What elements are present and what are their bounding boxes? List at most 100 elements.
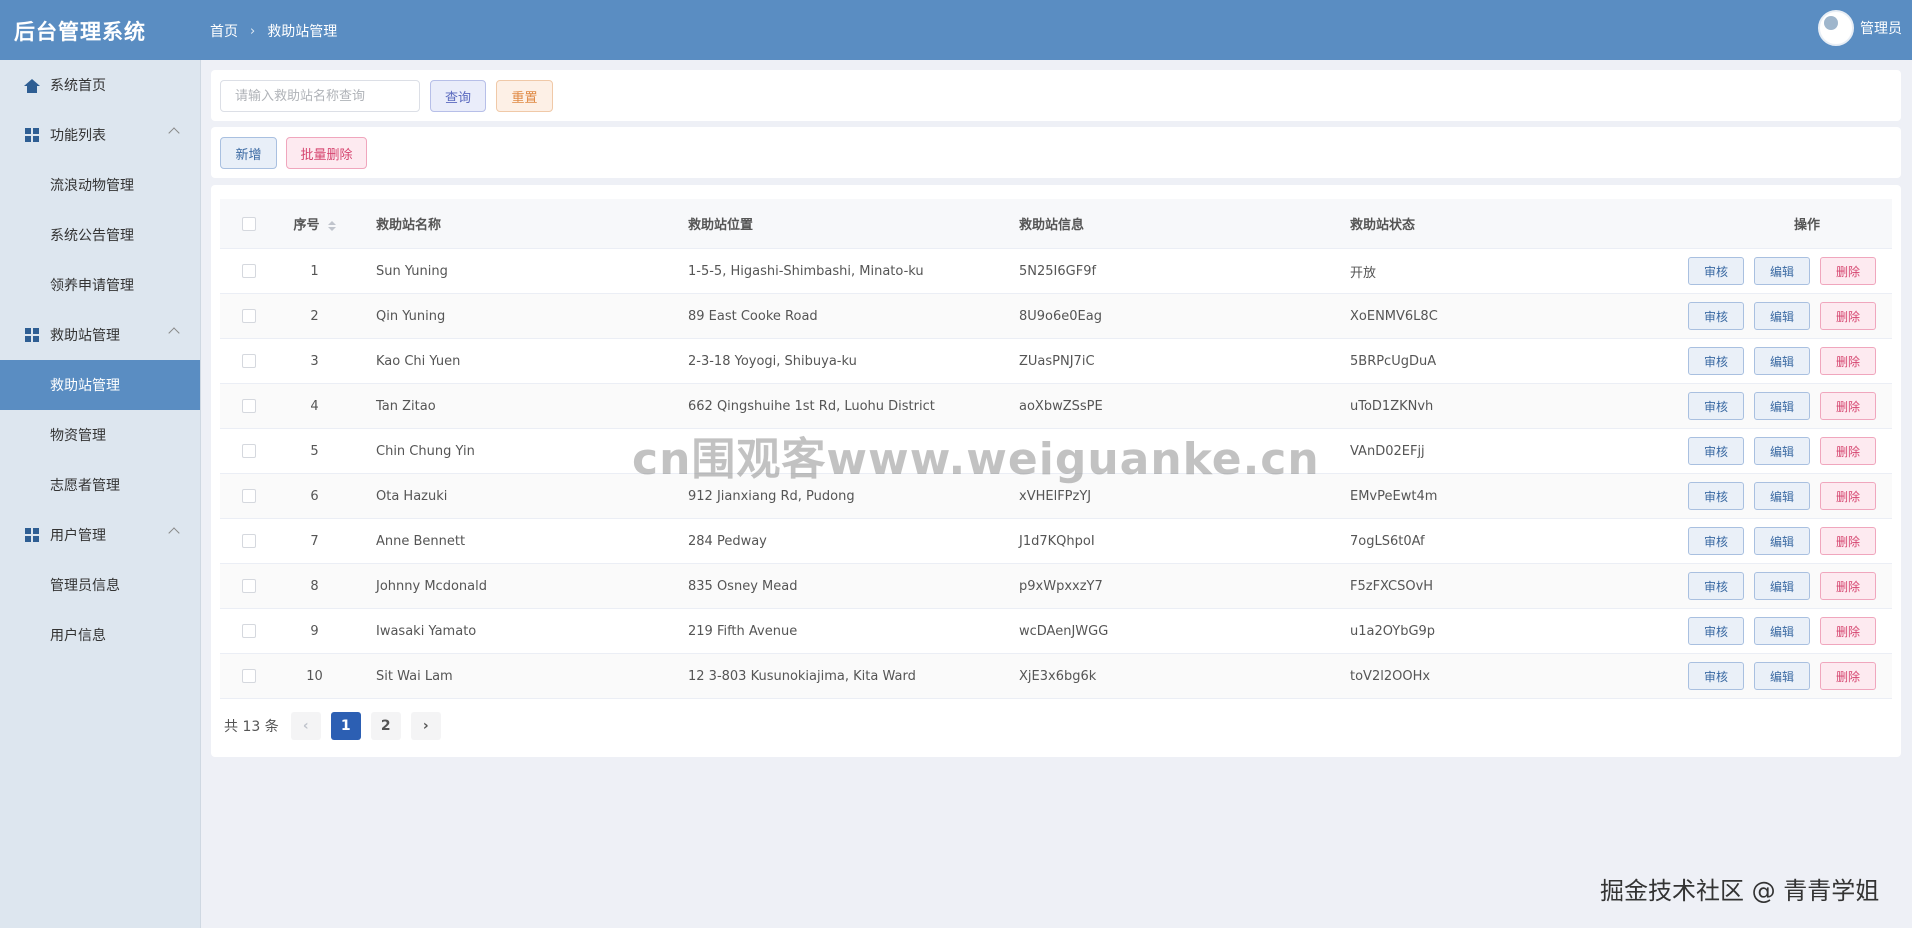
column-header-location: 救助站位置 [688,218,754,233]
reset-button[interactable]: 重置 [496,80,553,112]
row-checkbox[interactable] [241,624,256,638]
search-input[interactable] [220,80,420,112]
cell-name: Johnny Mcdonald [376,578,487,594]
table-row: 1 Sun Yuning 1-5-5, Higashi-Shimbashi, Min… [220,249,1892,294]
sort-icon[interactable] [327,220,336,231]
row-select-cell [220,669,277,683]
sidebar-item-notices[interactable]: 系统公告管理 [0,210,200,260]
sidebar-item-adoptions[interactable]: 领养申请管理 [0,260,200,310]
sidebar-group-users[interactable]: 用户管理 [0,510,200,560]
audit-button[interactable]: 审核 [1688,527,1744,555]
table-row: 8 Johnny Mcdonald 835 Osney Mead p9xWpxxzY7… [220,564,1892,609]
audit-button[interactable]: 审核 [1688,482,1744,510]
add-button[interactable]: 新增 [220,137,277,169]
breadcrumb: 首页 › 救助站管理 [210,21,337,41]
row-checkbox[interactable] [241,354,256,368]
cell-ops: 审核 编辑 删除 [1678,257,1892,285]
edit-button[interactable]: 编辑 [1754,437,1810,465]
breadcrumb-current: 救助站管理 [267,24,338,40]
sidebar-item-admins[interactable]: 管理员信息 [0,560,200,610]
delete-button[interactable]: 删除 [1820,437,1876,465]
audit-button[interactable]: 审核 [1688,662,1744,690]
column-header-no[interactable]: 序号 [277,214,352,233]
row-select-cell [220,309,277,323]
cell-no: 5 [310,443,319,459]
edit-button[interactable]: 编辑 [1754,302,1810,330]
cell-location: 89 East Cooke Road [688,308,818,324]
avatar[interactable] [1818,10,1854,46]
audit-button[interactable]: 审核 [1688,392,1744,420]
delete-button[interactable]: 删除 [1820,482,1876,510]
sidebar-item-supplies[interactable]: 物资管理 [0,410,200,460]
sidebar-item-home[interactable]: 系统首页 [0,60,200,110]
watermark-center: cn围观客www.weiguanke.cn [632,434,1320,485]
home-icon [24,77,40,93]
row-checkbox[interactable] [241,264,256,278]
delete-button[interactable]: 删除 [1820,257,1876,285]
edit-button[interactable]: 编辑 [1754,662,1810,690]
delete-button[interactable]: 删除 [1820,392,1876,420]
select-all-cell [220,216,277,231]
sidebar-item-animals[interactable]: 流浪动物管理 [0,160,200,210]
sidebar-item-label: 用户管理 [50,528,106,544]
row-select-cell [220,444,277,458]
row-checkbox[interactable] [241,444,256,458]
delete-button[interactable]: 删除 [1820,302,1876,330]
query-button[interactable]: 查询 [430,80,486,112]
sidebar-item-volunteers[interactable]: 志愿者管理 [0,460,200,510]
row-checkbox[interactable] [241,534,256,548]
delete-button[interactable]: 删除 [1820,527,1876,555]
sidebar-group-features[interactable]: 功能列表 [0,110,200,160]
edit-button[interactable]: 编辑 [1754,482,1810,510]
audit-button[interactable]: 审核 [1688,302,1744,330]
chevron-right-icon[interactable]: › [410,712,441,740]
user-name[interactable]: 管理员 [1860,18,1902,38]
audit-button[interactable]: 审核 [1688,347,1744,375]
user-menu[interactable]: 管理员 [1818,10,1902,46]
edit-button[interactable]: 编辑 [1754,527,1810,555]
edit-button[interactable]: 编辑 [1754,257,1810,285]
edit-button[interactable]: 编辑 [1754,347,1810,375]
audit-button[interactable]: 审核 [1688,257,1744,285]
watermark-corner: 掘金技术社区 @ 青青学姐 [1600,877,1880,905]
delete-button[interactable]: 删除 [1820,347,1876,375]
audit-button[interactable]: 审核 [1688,437,1744,465]
row-checkbox[interactable] [241,579,256,593]
cell-location: 12 3-803 Kusunokiajima, Kita Ward [688,668,916,684]
sidebar-item-stations[interactable]: 救助站管理 [0,360,200,410]
column-label: 序号 [293,218,320,233]
cell-info: xVHElFPzYJ [1019,488,1092,504]
sidebar-group-stations[interactable]: 救助站管理 [0,310,200,360]
table-header: 序号 救助站名称 救助站位置 救助站信息 救助站状态 操作 [220,199,1892,249]
edit-button[interactable]: 编辑 [1754,392,1810,420]
cell-no: 2 [310,308,319,324]
batch-delete-button[interactable]: 批量删除 [286,137,367,169]
delete-button[interactable]: 删除 [1820,572,1876,600]
row-checkbox[interactable] [241,309,256,323]
row-checkbox[interactable] [241,669,256,683]
cell-status: toV2l2OOHx [1350,668,1431,684]
cell-location: 2-3-18 Yoyogi, Shibuya-ku [688,353,857,369]
cell-info: ZUasPNJ7iC [1019,353,1095,369]
cell-info: wcDAenJWGG [1019,623,1109,639]
cell-no: 4 [310,398,319,414]
select-all-checkbox[interactable] [241,216,256,231]
sidebar-item-users[interactable]: 用户信息 [0,610,200,660]
audit-button[interactable]: 审核 [1688,572,1744,600]
audit-button[interactable]: 审核 [1688,617,1744,645]
page-button-2[interactable]: 2 [370,712,401,740]
action-panel: 新增 批量删除 [211,127,1901,178]
chevron-left-icon[interactable]: ‹ [290,712,321,740]
breadcrumb-home[interactable]: 首页 [210,21,238,41]
row-select-cell [220,264,277,278]
cell-info: J1d7KQhpoI [1019,533,1095,549]
cell-status: uToD1ZKNvh [1350,398,1434,414]
row-checkbox[interactable] [241,399,256,413]
row-checkbox[interactable] [241,489,256,503]
delete-button[interactable]: 删除 [1820,662,1876,690]
grid-icon [24,527,40,543]
delete-button[interactable]: 删除 [1820,617,1876,645]
edit-button[interactable]: 编辑 [1754,617,1810,645]
page-button-1[interactable]: 1 [330,712,361,740]
edit-button[interactable]: 编辑 [1754,572,1810,600]
